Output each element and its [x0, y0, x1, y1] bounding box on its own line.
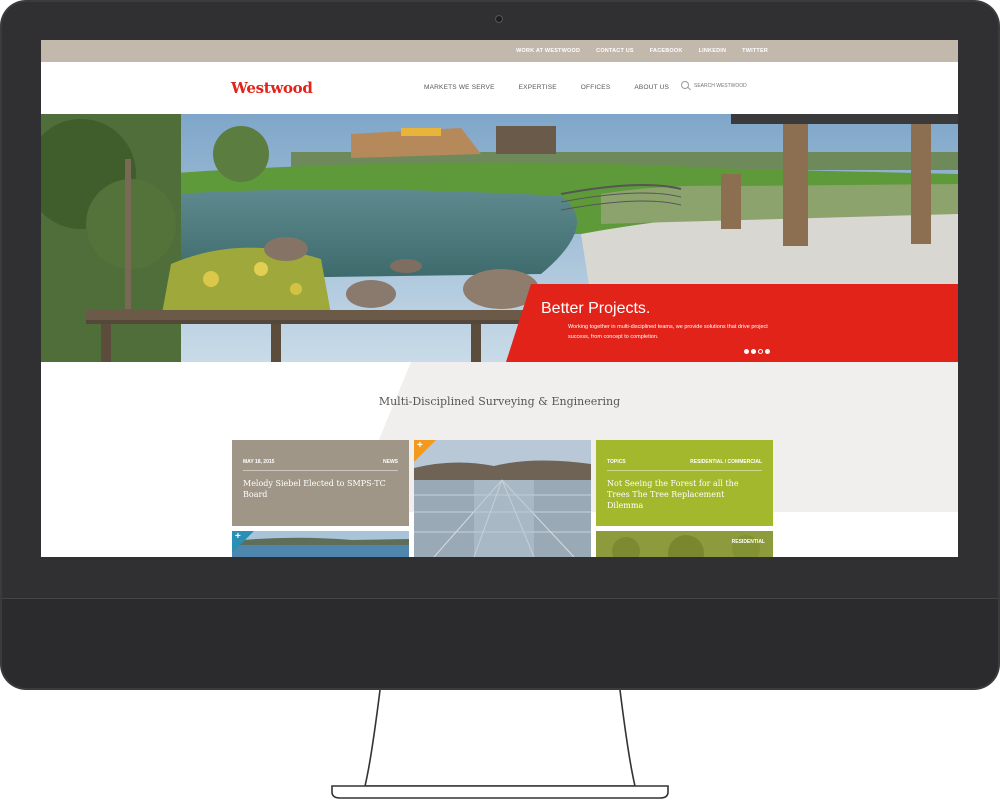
- hero-slider: Better Projects. Working together in mul…: [41, 114, 958, 362]
- main-nav: MARKETS WE SERVE EXPERTISE OFFICES ABOUT…: [424, 84, 693, 91]
- slider-pagination: [744, 349, 772, 354]
- nav-item-markets[interactable]: MARKETS WE SERVE: [424, 84, 495, 91]
- nav-item-expertise[interactable]: EXPERTISE: [519, 84, 557, 91]
- lake-image-card[interactable]: +: [232, 531, 409, 557]
- utility-link-facebook[interactable]: FACEBOOK: [650, 48, 683, 54]
- nav-item-about[interactable]: ABOUT US: [634, 84, 669, 91]
- hero-description: Working together in multi-disciplined te…: [568, 324, 768, 340]
- utility-link-linkedin[interactable]: LINKEDIN: [699, 48, 727, 54]
- slider-dot-2[interactable]: [751, 349, 756, 354]
- search-input[interactable]: [694, 83, 754, 89]
- site-header: Westwood MARKETS WE SERVE EXPERTISE OFFI…: [41, 62, 958, 114]
- solar-panels-photo: [414, 440, 591, 557]
- card-date: MAY 18, 2015: [243, 459, 275, 465]
- content-section: Multi-Disciplined Surveying & Engineerin…: [41, 362, 958, 557]
- news-card[interactable]: MAY 18, 2015 NEWS Melody Siebel Elected …: [232, 440, 409, 526]
- section-tagline: Multi-Disciplined Surveying & Engineerin…: [378, 395, 621, 408]
- utility-link-twitter[interactable]: TWITTER: [742, 48, 768, 54]
- card-label: RESIDENTIAL: [731, 539, 765, 545]
- camera-icon: [495, 15, 503, 23]
- search-box[interactable]: [681, 81, 754, 91]
- hero-title: Better Projects.: [541, 300, 651, 317]
- monitor-stand: [331, 690, 669, 799]
- card-meta: TOPICS RESIDENTIAL / COMMERCIAL: [607, 459, 762, 471]
- slider-dot-3[interactable]: [758, 349, 763, 354]
- card-label: TOPICS: [607, 459, 626, 465]
- card-title[interactable]: Not Seeing the Forest for all the Trees …: [607, 478, 762, 511]
- utility-link-careers[interactable]: WORK AT WESTWOOD: [516, 48, 580, 54]
- expand-plus-icon[interactable]: +: [414, 440, 436, 462]
- browser-viewport: WORK AT WESTWOOD CONTACT US FACEBOOK LIN…: [41, 40, 958, 557]
- search-icon[interactable]: [681, 81, 691, 91]
- card-category: RESIDENTIAL / COMMERCIAL: [690, 459, 762, 465]
- nav-item-offices[interactable]: OFFICES: [581, 84, 611, 91]
- westwood-logo[interactable]: Westwood: [231, 79, 313, 97]
- project-image-card[interactable]: +: [414, 440, 591, 557]
- slider-dot-1[interactable]: [744, 349, 749, 354]
- slider-dot-4[interactable]: [765, 349, 770, 354]
- card-category: NEWS: [383, 459, 398, 465]
- topics-card[interactable]: TOPICS RESIDENTIAL / COMMERCIAL Not Seei…: [596, 440, 773, 526]
- card-meta: MAY 18, 2015 NEWS: [243, 459, 398, 471]
- monitor-chin: [2, 598, 998, 688]
- residential-card[interactable]: RESIDENTIAL: [596, 531, 773, 557]
- utility-link-contact[interactable]: CONTACT US: [596, 48, 634, 54]
- card-title[interactable]: Melody Siebel Elected to SMPS-TC Board: [243, 478, 398, 500]
- utility-bar: WORK AT WESTWOOD CONTACT US FACEBOOK LIN…: [41, 40, 958, 62]
- hero-park-photo: [41, 114, 958, 362]
- expand-plus-icon[interactable]: +: [232, 531, 254, 553]
- lake-photo: [232, 531, 409, 557]
